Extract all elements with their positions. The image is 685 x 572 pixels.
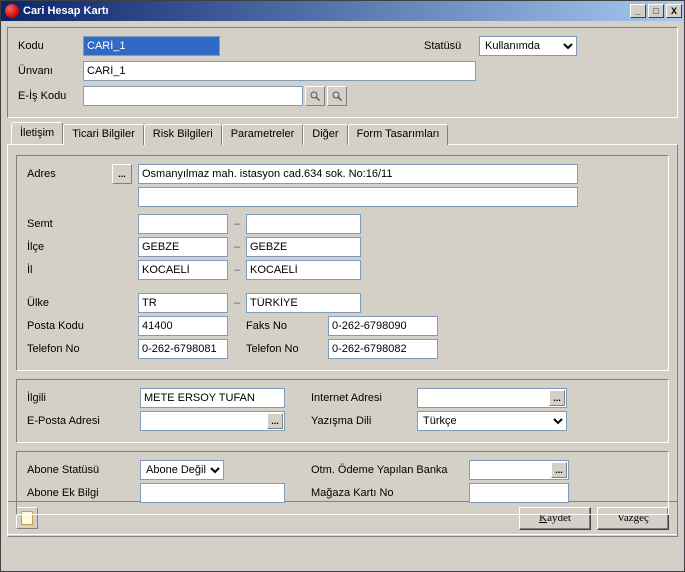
ilce-label: İlçe [27, 241, 138, 253]
magaza-label: Mağaza Kartı No [311, 487, 469, 499]
eiskodu-input[interactable] [83, 86, 303, 106]
internet-input[interactable] [417, 388, 567, 408]
magaza-input[interactable] [469, 483, 569, 503]
ilce-code-input[interactable] [138, 237, 228, 257]
maximize-button[interactable]: □ [648, 4, 664, 18]
eiskodu-search-icon[interactable] [305, 86, 325, 106]
tab-risk[interactable]: Risk Bilgileri [144, 124, 222, 145]
ulke-code-input[interactable] [138, 293, 228, 313]
eiskodu-label: E-İş Kodu [18, 90, 83, 102]
abone-ek-label: Abone Ek Bilgi [27, 487, 140, 499]
il-name-input[interactable] [246, 260, 361, 280]
dash-icon: – [228, 218, 246, 230]
posta-label: Posta Kodu [27, 320, 138, 332]
dash-icon: – [228, 297, 246, 309]
header-panel: Kodu Statüsü Kullanımda Ünvanı E-İş Kodu [7, 27, 678, 118]
titlebar: Cari Hesap Kartı _ □ X [1, 1, 684, 21]
contact-group: İlgili Internet Adresi ... E-Posta Adres… [16, 379, 669, 443]
statusu-select[interactable]: Kullanımda [479, 36, 577, 56]
app-icon [5, 4, 19, 18]
window: Cari Hesap Kartı _ □ X Kodu Statüsü Kull… [0, 0, 685, 572]
otm-label: Otm. Ödeme Yapılan Banka [311, 464, 469, 476]
tab-iletisim[interactable]: İletişim [11, 122, 63, 144]
address-group: Adres ... Semt – İlçe [16, 155, 669, 371]
adres-line2-input[interactable] [138, 187, 578, 207]
telefon2-input[interactable] [328, 339, 438, 359]
semt-label: Semt [27, 218, 138, 230]
kodu-input[interactable] [83, 36, 220, 56]
telefon1-input[interactable] [138, 339, 228, 359]
faks-input[interactable] [328, 316, 438, 336]
tab-panel-iletisim: Adres ... Semt – İlçe [7, 144, 678, 537]
tab-diger[interactable]: Diğer [303, 124, 347, 145]
unvani-input[interactable] [83, 61, 476, 81]
internet-label: Internet Adresi [311, 392, 417, 404]
posta-input[interactable] [138, 316, 228, 336]
eposta-lookup-button[interactable]: ... [267, 413, 283, 429]
ulke-name-input[interactable] [246, 293, 361, 313]
il-label: İl [27, 264, 138, 276]
internet-lookup-button[interactable]: ... [549, 390, 565, 406]
window-title: Cari Hesap Kartı [23, 5, 630, 17]
abone-select[interactable]: Abone Değil [140, 460, 224, 480]
adres-lookup-button[interactable]: ... [112, 164, 132, 184]
ilce-name-input[interactable] [246, 237, 361, 257]
close-button[interactable]: X [666, 4, 682, 18]
tab-form[interactable]: Form Tasarımları [348, 124, 449, 145]
telefon1-label: Telefon No [27, 343, 138, 355]
tab-ticari[interactable]: Ticari Bilgiler [63, 124, 144, 145]
statusu-label: Statüsü [424, 40, 479, 52]
tabs: İletişim Ticari Bilgiler Risk Bilgileri … [7, 124, 678, 145]
eposta-label: E-Posta Adresi [27, 415, 140, 427]
dash-icon: – [228, 241, 246, 253]
adres-line1-input[interactable] [138, 164, 578, 184]
yazisma-label: Yazışma Dili [311, 415, 417, 427]
semt-code-input[interactable] [138, 214, 228, 234]
abone-label: Abone Statüsü [27, 464, 140, 476]
adres-label: Adres [27, 168, 112, 180]
unvani-label: Ünvanı [18, 65, 83, 77]
ilgili-input[interactable] [140, 388, 285, 408]
il-code-input[interactable] [138, 260, 228, 280]
faks-label: Faks No [246, 320, 328, 332]
telefon2-label: Telefon No [246, 343, 328, 355]
semt-name-input[interactable] [246, 214, 361, 234]
eiskodu-refresh-icon[interactable] [327, 86, 347, 106]
eposta-input[interactable] [140, 411, 285, 431]
dash-icon: – [228, 264, 246, 276]
content: Kodu Statüsü Kullanımda Ünvanı E-İş Kodu [1, 21, 684, 543]
minimize-button[interactable]: _ [630, 4, 646, 18]
subscription-group: Abone Statüsü Abone Değil Otm. Ödeme Yap… [16, 451, 669, 515]
tab-parametreler[interactable]: Parametreler [222, 124, 304, 145]
ilgili-label: İlgili [27, 392, 140, 404]
ulke-label: Ülke [27, 297, 138, 309]
kodu-label: Kodu [18, 40, 83, 52]
abone-ek-input[interactable] [140, 483, 285, 503]
otm-lookup-button[interactable]: ... [551, 462, 567, 478]
yazisma-select[interactable]: Türkçe [417, 411, 567, 431]
